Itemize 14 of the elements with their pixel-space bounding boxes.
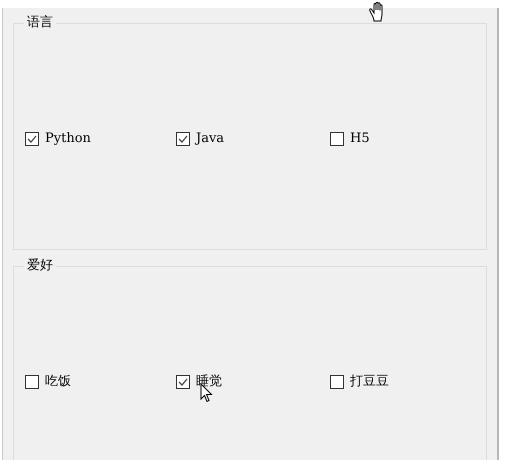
checkbox-label[interactable]: 睡觉: [196, 374, 222, 390]
group-title: 爱好: [24, 258, 56, 274]
checkbox-label[interactable]: Python: [45, 131, 91, 147]
checkbox-label[interactable]: 吃饭: [45, 374, 71, 390]
checkbox[interactable]: [176, 132, 190, 146]
checkbox[interactable]: [176, 375, 190, 389]
checkbox[interactable]: [330, 375, 344, 389]
checkbox[interactable]: [330, 132, 344, 146]
checkbox[interactable]: [25, 132, 39, 146]
checkbox-label[interactable]: H5: [350, 131, 370, 147]
group-title: 语言: [24, 15, 56, 31]
checkbox-label[interactable]: 打豆豆: [350, 374, 389, 390]
checkbox-label[interactable]: Java: [196, 131, 224, 147]
checkbox[interactable]: [25, 375, 39, 389]
